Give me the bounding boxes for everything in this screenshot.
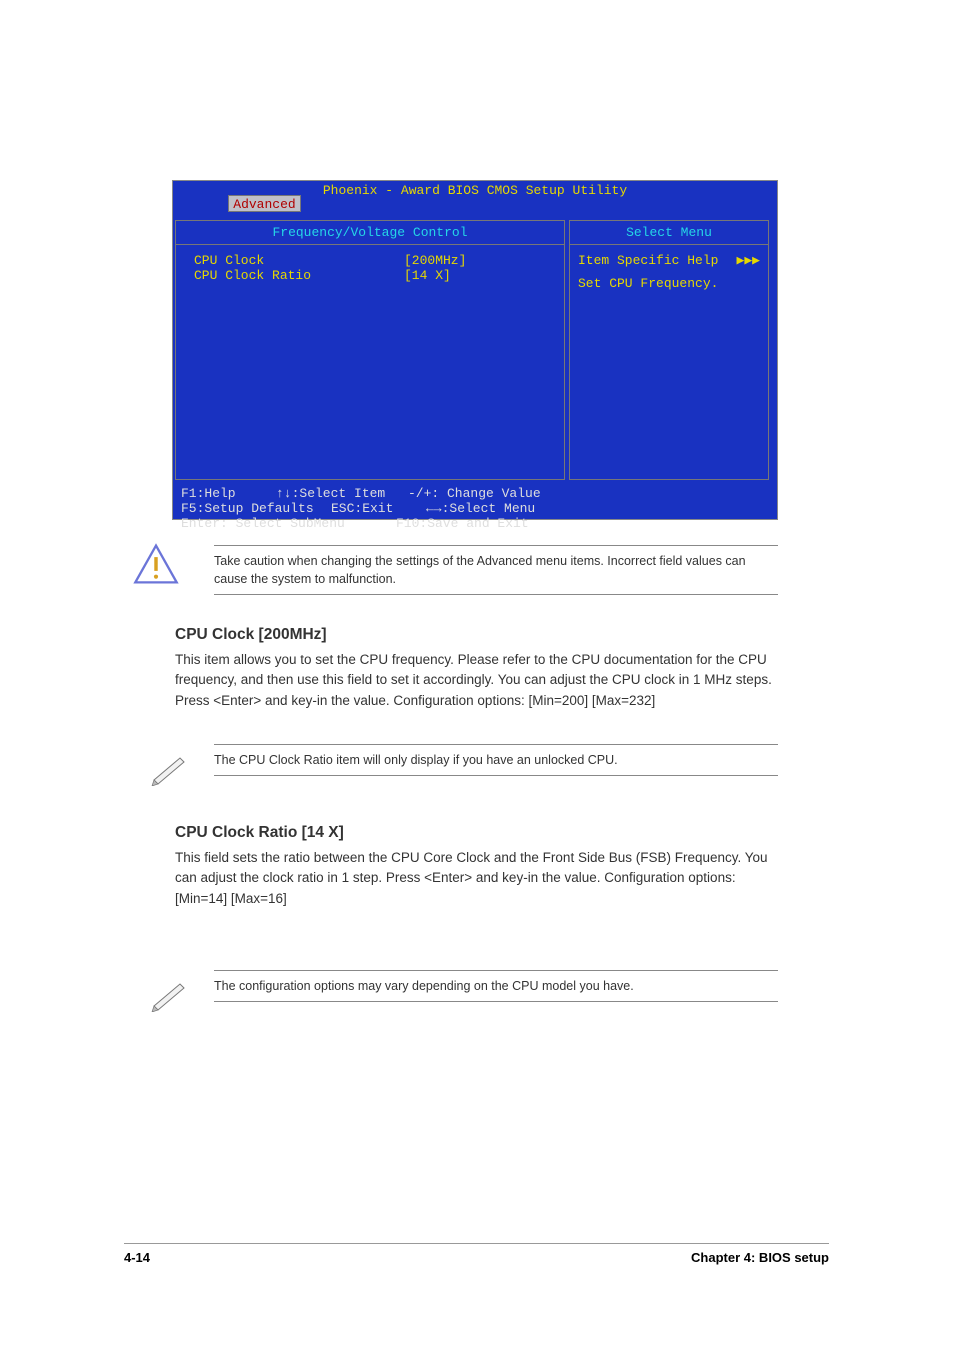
caution-note: Take caution when changing the settings … xyxy=(214,545,778,595)
pencil-note-icon xyxy=(150,752,190,786)
bios-footer: F1:Help ↑↓:Select Item -/+: Change Value… xyxy=(173,482,777,535)
bios-tabs: Advanced xyxy=(173,198,777,218)
bios-main: Frequency/Voltage Control CPU Clock [200… xyxy=(173,218,777,482)
left-pane-body: CPU Clock [200MHz] CPU Clock Ratio [14 X… xyxy=(176,245,564,291)
item-row-cpu-clock-ratio[interactable]: CPU Clock Ratio [14 X] xyxy=(194,268,546,283)
item-value: [14 X] xyxy=(404,268,524,283)
key-leftright: ←→:Select Menu xyxy=(426,501,558,516)
key-updown: ↑↓:Select Item xyxy=(276,486,408,501)
note-cpu-clock: The CPU Clock Ratio item will only displ… xyxy=(214,744,778,776)
left-pane: Frequency/Voltage Control CPU Clock [200… xyxy=(175,220,565,480)
heading-cpu-clock: CPU Clock [200MHz] xyxy=(175,626,327,644)
caution-icon xyxy=(133,543,179,585)
key-enter: Enter: Select SubMenu xyxy=(181,516,396,531)
paragraph-cpu-clock-ratio: This field sets the ratio between the CP… xyxy=(175,848,780,909)
heading-cpu-clock-ratio: CPU Clock Ratio [14 X] xyxy=(175,824,344,842)
tab-advanced[interactable]: Advanced xyxy=(228,195,301,212)
bios-screenshot: Phoenix - Award BIOS CMOS Setup Utility … xyxy=(172,180,778,520)
page-number: 4-14 xyxy=(124,1250,150,1265)
help-title: Item Specific Help xyxy=(578,253,718,268)
left-pane-header: Frequency/Voltage Control xyxy=(176,221,564,245)
note-cpu-clock-ratio: The configuration options may vary depen… xyxy=(214,970,778,1002)
item-value: [200MHz] xyxy=(404,253,524,268)
chapter-title: Chapter 4: BIOS setup xyxy=(691,1250,829,1265)
right-pane-body: Item Specific Help ▶▶▶ Set CPU Frequency… xyxy=(570,245,768,299)
key-esc: ESC:Exit xyxy=(331,501,426,516)
page-footer: 4-14 Chapter 4: BIOS setup xyxy=(124,1243,829,1265)
key-plusminus: -/+: Change Value xyxy=(408,486,623,501)
item-row-cpu-clock[interactable]: CPU Clock [200MHz] xyxy=(194,253,546,268)
right-pane: Select Menu Item Specific Help ▶▶▶ Set C… xyxy=(569,220,769,480)
paragraph-cpu-clock: This item allows you to set the CPU freq… xyxy=(175,650,780,711)
arrows-icon: ▶▶▶ xyxy=(737,253,760,268)
pencil-note-icon xyxy=(150,978,190,1012)
item-label: CPU Clock xyxy=(194,253,404,268)
key-f1: F1:Help xyxy=(181,486,276,501)
right-pane-header: Select Menu xyxy=(570,221,768,245)
key-f10: F10:Save and Exit xyxy=(396,516,546,531)
item-label: CPU Clock Ratio xyxy=(194,268,404,283)
help-body: Set CPU Frequency. xyxy=(578,276,760,291)
key-f5: F5:Setup Defaults xyxy=(181,501,331,516)
